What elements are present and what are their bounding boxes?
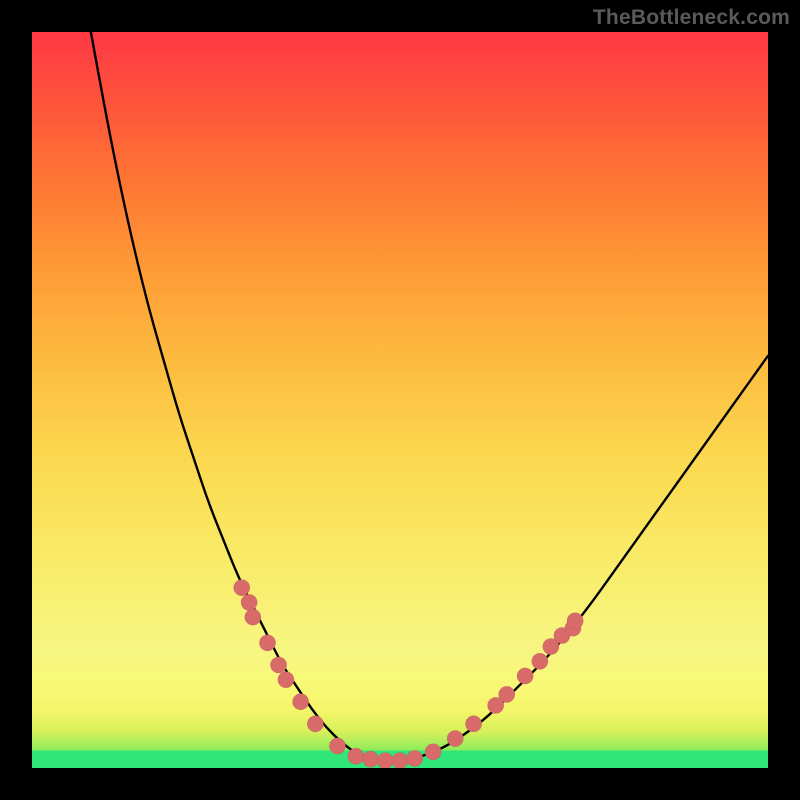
data-marker	[241, 594, 257, 610]
data-marker	[377, 752, 393, 768]
data-marker	[517, 668, 533, 684]
plot-area	[32, 32, 768, 768]
data-marker	[292, 694, 308, 710]
chart-stage: TheBottleneck.com	[0, 0, 800, 800]
data-marker	[245, 609, 261, 625]
data-marker	[499, 686, 515, 702]
data-marker	[425, 744, 441, 760]
marker-layer	[234, 579, 584, 768]
data-marker	[465, 716, 481, 732]
bottleneck-curve	[91, 32, 768, 761]
data-marker	[407, 750, 423, 766]
data-marker	[307, 716, 323, 732]
data-marker	[532, 653, 548, 669]
data-marker	[348, 748, 364, 764]
watermark-text: TheBottleneck.com	[593, 6, 790, 30]
data-marker	[392, 752, 408, 768]
data-marker	[278, 671, 294, 687]
data-marker	[567, 613, 583, 629]
data-marker	[270, 657, 286, 673]
data-marker	[259, 635, 275, 651]
data-marker	[447, 730, 463, 746]
data-marker	[329, 738, 345, 754]
chart-svg	[32, 32, 768, 768]
data-marker	[234, 579, 250, 595]
data-marker	[362, 751, 378, 767]
